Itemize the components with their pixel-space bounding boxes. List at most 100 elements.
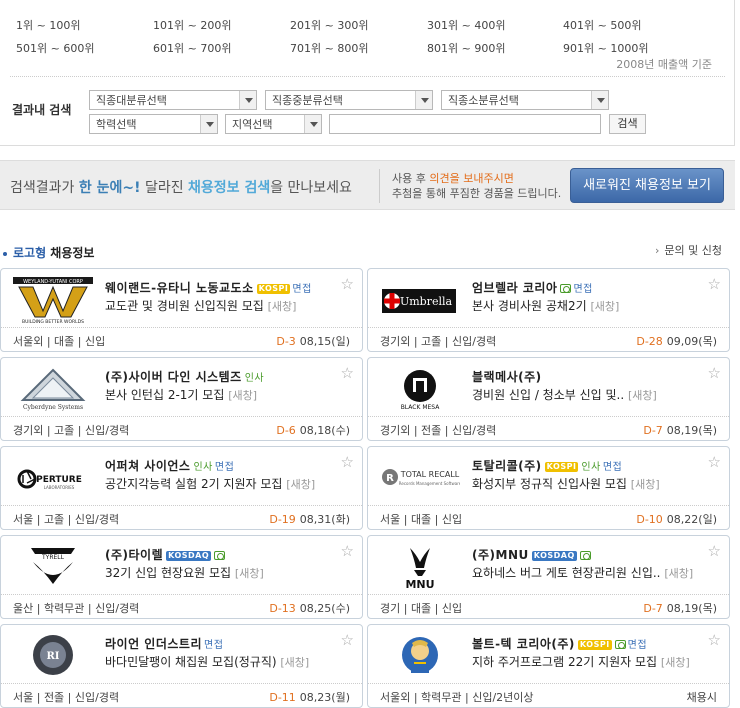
- svg-text:BLACK MESA: BLACK MESA: [401, 404, 441, 411]
- job-card[interactable]: TYRELL (주)타이렐 KOSDAQ 32기 신입 현장요원 모집 [새창] ☆ 울산…: [0, 535, 363, 619]
- star-icon[interactable]: ☆: [341, 275, 354, 293]
- job-card[interactable]: MNU (주)MNU KOSDAQ 요하네스 버그 게토 현장관리원 신입.. [새창…: [367, 535, 730, 619]
- rank-range-link[interactable]: 201위 ~ 300위: [290, 17, 368, 33]
- job-card[interactable]: WEYLAND-YUTANI CORP BUILDING BETTER WORLD…: [0, 268, 363, 352]
- region-select[interactable]: 지역선택: [225, 114, 322, 134]
- job-title-link[interactable]: 본사 인턴십 2-1기 모집 [새창]: [105, 386, 257, 403]
- company-logo[interactable]: BLACK MESA: [380, 366, 460, 412]
- search-button[interactable]: 검색: [609, 114, 646, 134]
- card-footer: 경기외 | 고졸 | 신입/경력 D-6 08,18(수): [1, 416, 362, 440]
- job-title-link[interactable]: 경비원 신입 / 청소부 신입 및.. [새창]: [472, 386, 657, 403]
- job-meta: 서울외 | 대졸 | 신입: [13, 335, 106, 348]
- job-title-text: 바다민달팽이 채집원 모집(정규직): [105, 655, 277, 669]
- job-card[interactable]: RI 라이언 인더스트리 면접 바다민달팽이 채집원 모집(정규직) [새창] ☆ 서울 …: [0, 624, 363, 708]
- star-icon[interactable]: ☆: [341, 542, 354, 560]
- svg-text:TOTAL RECALL: TOTAL RECALL: [400, 470, 460, 479]
- deadline-date: 08,18(수): [299, 424, 350, 437]
- star-icon[interactable]: ☆: [341, 631, 354, 649]
- company-name[interactable]: 어퍼쳐 사이언스 인사 면접: [105, 457, 234, 474]
- deadline: 채용시: [683, 689, 717, 705]
- inquiry-link[interactable]: 문의 및 신청: [655, 242, 722, 258]
- company-name[interactable]: 라이언 인더스트리 면접: [105, 635, 223, 652]
- job-card[interactable]: Umbrella 엄브렐라 코리아 면접 본사 경비사원 공채2기 [새창] ☆ 경기외 …: [367, 268, 730, 352]
- job-card[interactable]: 볼트-텍 코리아(주) KOSPI 면접 지하 주거프로그램 22기 지원자 모집 […: [367, 624, 730, 708]
- star-icon[interactable]: ☆: [341, 364, 354, 382]
- job-title-link[interactable]: 본사 경비사원 공채2기 [새창]: [472, 297, 619, 314]
- star-icon[interactable]: ☆: [708, 631, 721, 649]
- new-window-link[interactable]: [새창]: [228, 389, 257, 402]
- job-title-link[interactable]: 화성지부 정규직 신입사원 모집 [새창]: [472, 475, 660, 492]
- job-title-link[interactable]: 공간지각능력 실험 2기 지원자 모집 [새창]: [105, 475, 315, 492]
- company-name[interactable]: (주)타이렐 KOSDAQ: [105, 546, 226, 563]
- select-value: 학력선택: [96, 118, 137, 131]
- new-window-link[interactable]: [새창]: [268, 300, 297, 313]
- rank-range-link[interactable]: 801위 ~ 900위: [427, 40, 505, 56]
- company-name-text: 웨이랜드-유타니 노동교도소: [105, 281, 254, 295]
- job-title-link[interactable]: 지하 주거프로그램 22기 지원자 모집 [새창]: [472, 653, 690, 670]
- new-window-link[interactable]: [새창]: [661, 656, 690, 669]
- company-logo[interactable]: R TOTAL RECALL Records Management Software: [380, 455, 462, 501]
- new-window-link[interactable]: [새창]: [235, 567, 264, 580]
- company-logo[interactable]: [380, 633, 460, 679]
- company-logo[interactable]: PERTURE LABORATORIES: [13, 455, 93, 501]
- star-icon[interactable]: ☆: [708, 542, 721, 560]
- d-day: D-6: [276, 424, 296, 437]
- job-category-large-select[interactable]: 직종대분류선택: [89, 90, 257, 110]
- company-name[interactable]: 웨이랜드-유타니 노동교도소 KOSPI 면접: [105, 279, 312, 296]
- job-card[interactable]: BLACK MESA 블랙메사(주) 경비원 신입 / 청소부 신입 및.. [새창…: [367, 357, 730, 441]
- job-category-small-select[interactable]: 직종소분류선택: [441, 90, 609, 110]
- section-title: 로고형 채용정보: [3, 244, 94, 261]
- new-window-link[interactable]: [새창]: [590, 300, 619, 313]
- company-logo[interactable]: TYRELL: [13, 544, 93, 590]
- company-logo[interactable]: WEYLAND-YUTANI CORP BUILDING BETTER WORLD…: [13, 277, 93, 325]
- job-title-link[interactable]: 32기 신입 현장요원 모집 [새창]: [105, 564, 264, 581]
- star-icon[interactable]: ☆: [708, 275, 721, 293]
- job-title-link[interactable]: 요하네스 버그 게토 현장관리원 신입.. [새창]: [472, 564, 693, 581]
- deadline-date: 08,19(목): [666, 602, 717, 615]
- company-name[interactable]: 엄브렐라 코리아 면접: [472, 279, 593, 296]
- job-category-medium-select[interactable]: 직종중분류선택: [265, 90, 433, 110]
- deadline: D-28 09,09(목): [636, 333, 717, 349]
- job-title-link[interactable]: 교도관 및 경비원 신입직원 모집 [새창]: [105, 297, 296, 314]
- new-window-link[interactable]: [새창]: [280, 656, 309, 669]
- company-name-text: (주)타이렐: [105, 548, 164, 562]
- deadline-date: 08,25(수): [299, 602, 350, 615]
- new-window-link[interactable]: [새창]: [628, 389, 657, 402]
- company-logo[interactable]: MNU: [380, 544, 460, 591]
- company-logo[interactable]: Cyberdyne Systems: [13, 366, 93, 412]
- feedback-link[interactable]: 의견을 보내주시면: [429, 172, 513, 185]
- new-job-search-button[interactable]: 새로워진 채용정보 보기: [570, 168, 724, 203]
- rank-range-link[interactable]: 601위 ~ 700위: [153, 40, 231, 56]
- star-icon[interactable]: ☆: [708, 453, 721, 471]
- company-logo[interactable]: RI: [13, 633, 93, 679]
- rank-range-link[interactable]: 901위 ~ 1000위: [563, 40, 648, 56]
- company-logo[interactable]: Umbrella: [380, 277, 460, 323]
- rank-range-link[interactable]: 401위 ~ 500위: [563, 17, 641, 33]
- company-name[interactable]: 블랙메사(주): [472, 368, 542, 385]
- company-name[interactable]: 볼트-텍 코리아(주) KOSPI 면접: [472, 635, 647, 652]
- keyword-input[interactable]: [329, 114, 601, 134]
- new-window-link[interactable]: [새창]: [664, 567, 693, 580]
- kosdaq-badge: KOSDAQ: [531, 550, 577, 561]
- education-select[interactable]: 학력선택: [89, 114, 218, 134]
- company-name-text: 엄브렐라 코리아: [472, 281, 558, 295]
- new-window-link[interactable]: [새창]: [286, 478, 315, 491]
- job-meta: 서울외 | 학력무관 | 신입/2년이상: [380, 691, 534, 704]
- company-name-text: 볼트-텍 코리아(주): [472, 637, 575, 651]
- rank-range-link[interactable]: 701위 ~ 800위: [290, 40, 368, 56]
- rank-range-link[interactable]: 501위 ~ 600위: [16, 40, 94, 56]
- star-icon[interactable]: ☆: [341, 453, 354, 471]
- rank-range-link[interactable]: 101위 ~ 200위: [153, 17, 231, 33]
- company-name[interactable]: (주)MNU KOSDAQ: [472, 546, 591, 563]
- job-title-link[interactable]: 바다민달팽이 채집원 모집(정규직) [새창]: [105, 653, 309, 670]
- new-window-link[interactable]: [새창]: [631, 478, 660, 491]
- job-card[interactable]: PERTURE LABORATORIES 어퍼쳐 사이언스 인사 면접 공간지각능력 실험…: [0, 446, 363, 530]
- rank-range-link[interactable]: 1위 ~ 100위: [16, 17, 80, 33]
- job-card[interactable]: Cyberdyne Systems (주)사이버 다인 시스템즈 인사 본사 인턴십 …: [0, 357, 363, 441]
- company-name[interactable]: (주)사이버 다인 시스템즈 인사: [105, 368, 264, 385]
- star-icon[interactable]: ☆: [708, 364, 721, 382]
- company-name[interactable]: 토탈리콜(주) KOSPI 인사 면접: [472, 457, 622, 474]
- interview-tag: 면접: [573, 284, 593, 295]
- job-card[interactable]: R TOTAL RECALL Records Management Software…: [367, 446, 730, 530]
- rank-range-link[interactable]: 301위 ~ 400위: [427, 17, 505, 33]
